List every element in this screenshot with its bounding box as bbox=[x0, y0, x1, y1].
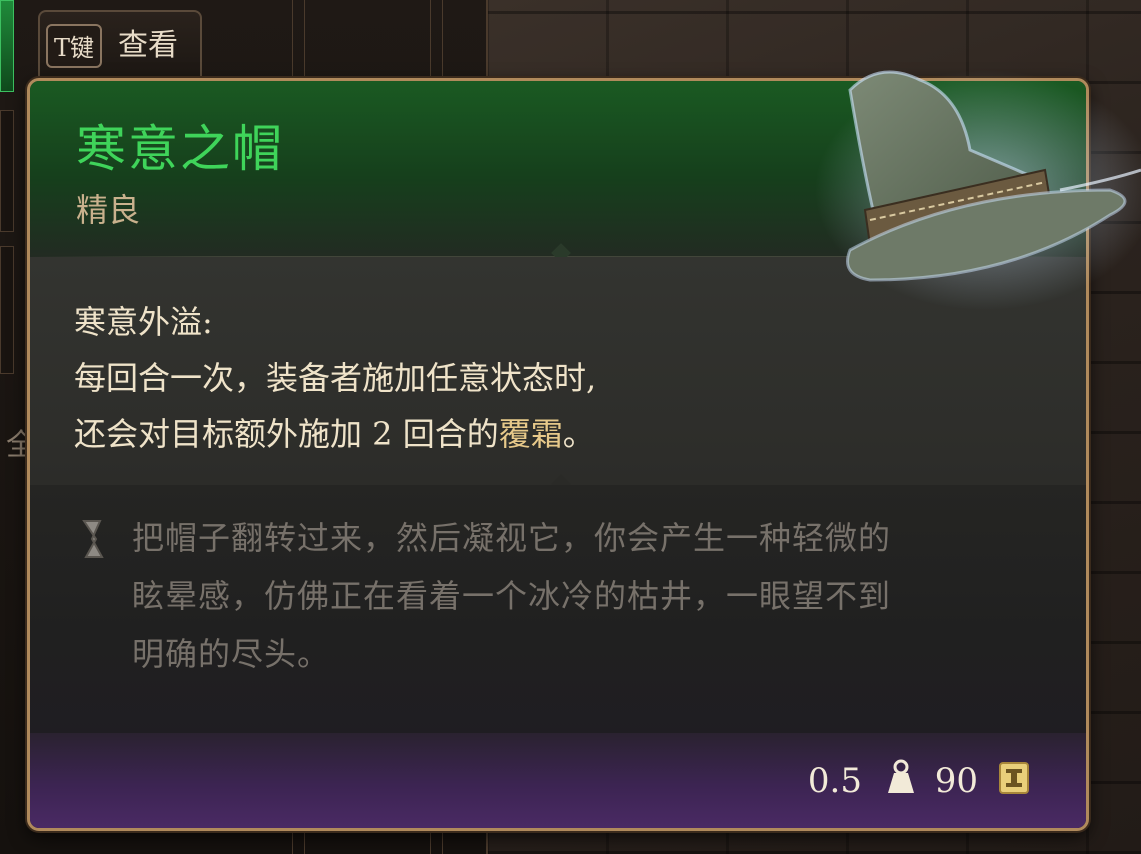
frostbite-keyword[interactable]: 覆霜 bbox=[499, 415, 563, 453]
item-rarity: 精良 bbox=[76, 191, 141, 229]
selected-slot-edge[interactable] bbox=[0, 0, 14, 92]
weight-icon bbox=[888, 759, 914, 793]
flavor-text-line: 明确的尽头。 bbox=[132, 635, 331, 673]
inspect-label: 查看 bbox=[118, 28, 178, 63]
effect-text: 还会对目标额外施加 2 回合的 bbox=[74, 415, 499, 453]
game-scene: 全 T键 查看 寒意之帽 精良 寒意外溢: 每回合一次，装备者施加任意状态时, … bbox=[0, 0, 1141, 854]
tooltip-footer: 0.5 90 bbox=[30, 733, 1086, 828]
effect-description-line: 每回合一次，装备者施加任意状态时, bbox=[74, 359, 597, 397]
tooltip-header: 寒意之帽 精良 bbox=[30, 81, 1086, 257]
item-price: 90 bbox=[934, 761, 978, 801]
item-name: 寒意之帽 bbox=[76, 120, 284, 178]
effect-description-line: 还会对目标额外施加 2 回合的覆霜。 bbox=[74, 409, 595, 455]
flavor-text-line: 眩晕感，仿佛正在看着一个冰冷的枯井，一眼望不到 bbox=[132, 577, 892, 615]
inventory-slot[interactable] bbox=[0, 110, 14, 232]
flavor-section: 把帽子翻转过来，然后凝视它，你会产生一种轻微的 眩晕感，仿佛正在看着一个冰冷的枯… bbox=[30, 485, 1086, 739]
effect-text: 。 bbox=[562, 415, 595, 453]
scroll-icon bbox=[82, 520, 104, 558]
inspect-key-hint: T键 bbox=[46, 24, 103, 68]
item-tooltip: 寒意之帽 精良 寒意外溢: 每回合一次，装备者施加任意状态时, 还会对目标额外施… bbox=[27, 78, 1089, 831]
effect-section: 寒意外溢: 每回合一次，装备者施加任意状态时, 还会对目标额外施加 2 回合的覆… bbox=[30, 257, 1086, 485]
gold-coin-icon bbox=[999, 762, 1029, 794]
inspect-button[interactable]: T键 查看 bbox=[38, 10, 202, 80]
flavor-text-line: 把帽子翻转过来，然后凝视它，你会产生一种轻微的 bbox=[132, 519, 892, 557]
inventory-slot[interactable] bbox=[0, 246, 14, 374]
effect-name: 寒意外溢: bbox=[74, 303, 213, 341]
item-weight: 0.5 bbox=[807, 761, 862, 801]
